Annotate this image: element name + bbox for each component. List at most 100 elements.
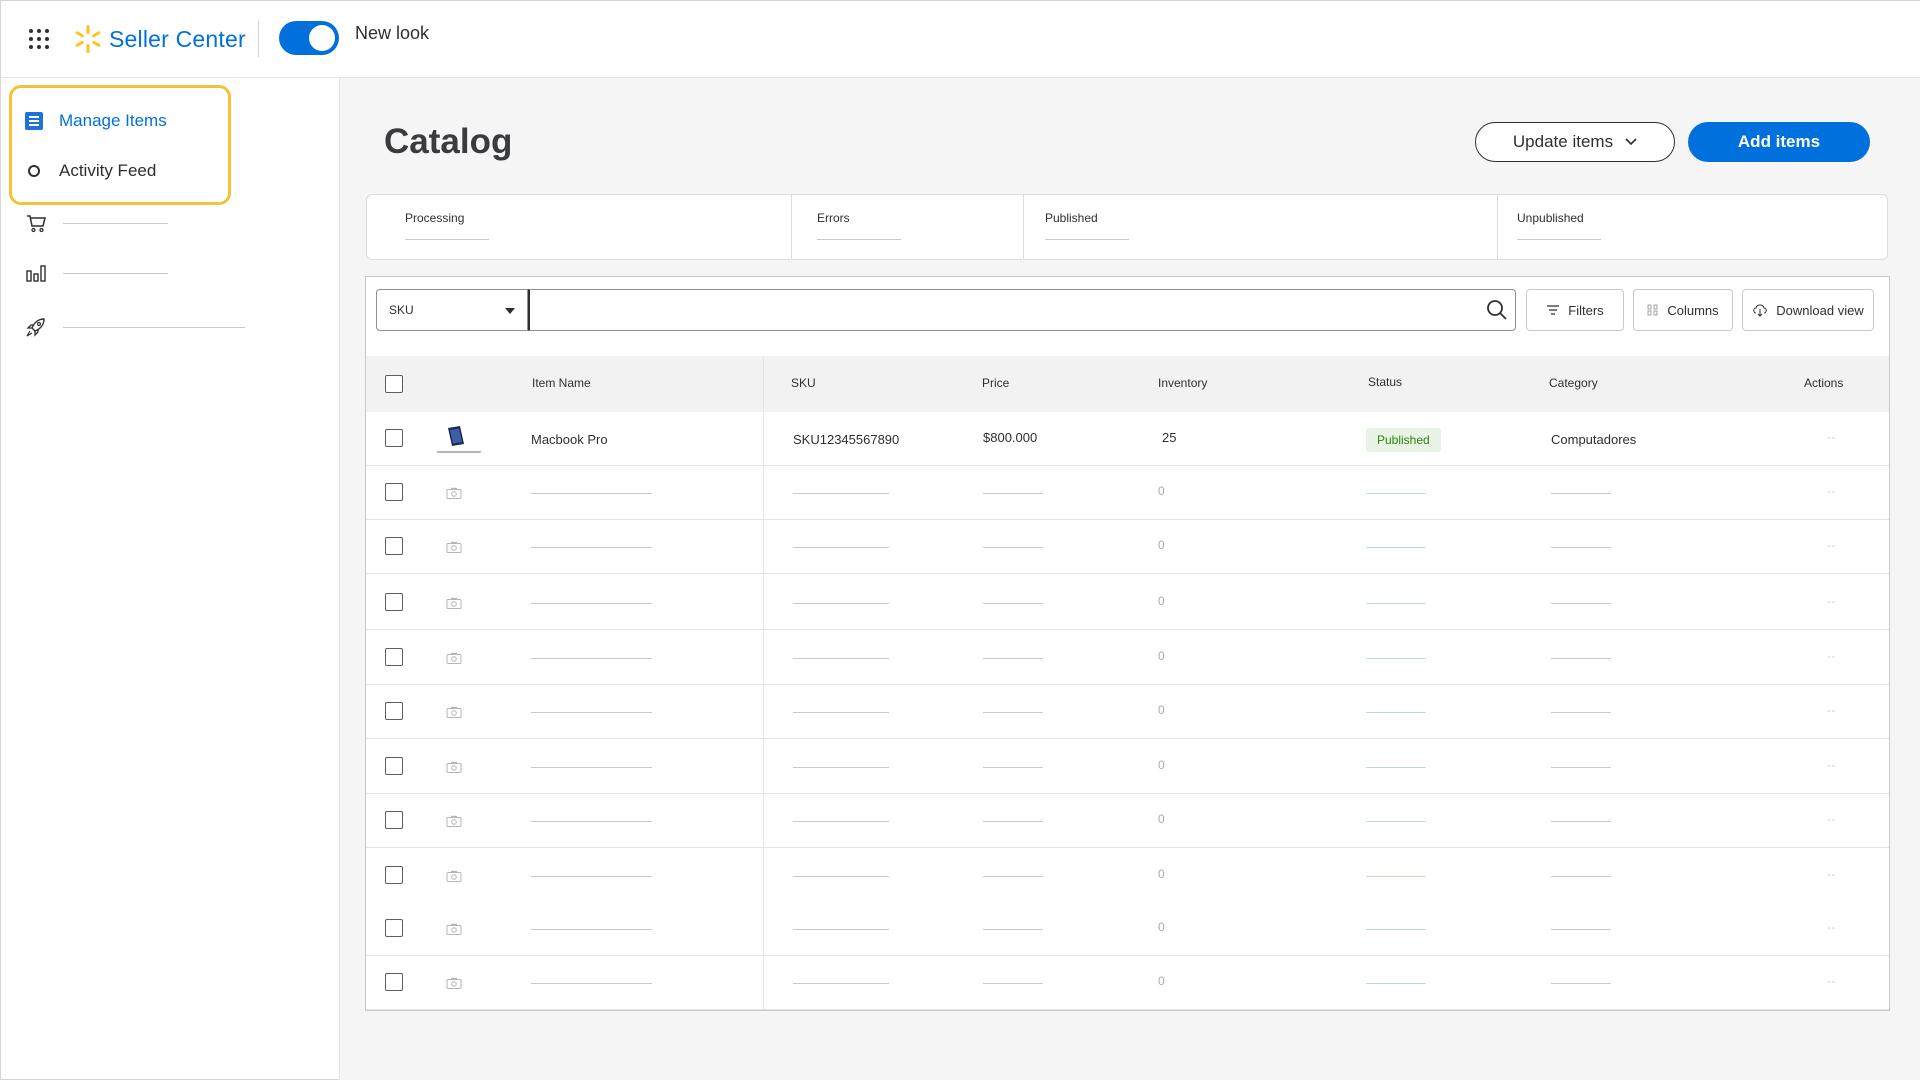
table-row[interactable]: Macbook Pro SKU12345567890 $800.000 25 P… [366,412,1889,466]
item-inventory: 25 [1162,430,1177,445]
stat-label: Unpublished [1517,211,1584,225]
row-checkbox[interactable] [385,919,403,937]
row-checkbox[interactable] [385,429,403,447]
chevron-down-icon [1625,138,1637,146]
table-row[interactable]: 0 -- [366,631,1889,685]
stat-published[interactable]: Published [1007,195,1482,259]
item-name-placeholder [531,493,652,494]
status-placeholder [1366,658,1426,659]
row-actions[interactable]: -- [1827,486,1836,498]
stat-value-placeholder [1517,239,1601,240]
table-row[interactable]: 0 -- [366,576,1889,630]
header-divider [258,21,259,57]
row-actions[interactable]: -- [1827,596,1836,608]
row-actions[interactable]: -- [1827,976,1836,988]
status-placeholder [1366,767,1426,768]
row-actions[interactable]: -- [1827,869,1836,881]
table-row[interactable]: 0 -- [366,956,1889,1010]
main-content: Catalog Update items Add items Processin… [340,78,1920,1080]
sidebar-item-activity-feed[interactable]: Activity Feed [25,158,156,184]
table-row[interactable]: 0 -- [366,849,1889,903]
row-checkbox[interactable] [385,702,403,720]
inventory-value: 0 [1158,920,1165,934]
update-items-button[interactable]: Update items [1475,122,1675,162]
inventory-value: 0 [1158,812,1165,826]
row-checkbox[interactable] [385,811,403,829]
stat-value-placeholder [1045,239,1129,240]
column-header-status[interactable]: Status [1368,375,1402,389]
column-divider [763,356,764,1010]
category-placeholder [1551,983,1611,984]
price-placeholder [983,767,1043,768]
column-header-inventory[interactable]: Inventory [1158,376,1207,390]
table-row[interactable]: 0 -- [366,740,1889,794]
row-checkbox[interactable] [385,593,403,611]
image-placeholder-icon [446,487,462,499]
table-header: Item Name SKU Price Inventory Status Cat… [366,356,1889,412]
image-placeholder-icon [446,541,462,553]
row-actions[interactable]: -- [1827,760,1836,772]
sidebar-item-manage-items[interactable]: Manage Items [25,108,167,134]
item-name-placeholder [531,547,652,548]
sku-placeholder [793,547,889,548]
table-row[interactable]: 0 -- [366,794,1889,848]
item-name[interactable]: Macbook Pro [531,432,608,447]
sku-placeholder [793,876,889,877]
row-actions[interactable]: -- [1827,432,1836,444]
image-placeholder-icon [446,706,462,718]
image-placeholder-icon [446,923,462,935]
status-placeholder [1366,712,1426,713]
image-placeholder-icon [446,977,462,989]
seller-center-logo[interactable]: Seller Center [73,21,246,57]
row-checkbox[interactable] [385,973,403,991]
sidebar-item-label: Activity Feed [59,161,157,180]
column-header-sku[interactable]: SKU [791,376,816,390]
category-placeholder [1551,493,1611,494]
row-actions[interactable]: -- [1827,651,1836,663]
columns-button[interactable]: Columns [1633,289,1733,331]
column-header-category[interactable]: Category [1549,376,1598,390]
search-field-select[interactable]: SKU [376,289,528,331]
filters-button[interactable]: Filters [1526,289,1624,331]
search-icon[interactable] [1486,299,1508,321]
apps-grid-icon[interactable] [27,27,51,51]
row-checkbox[interactable] [385,483,403,501]
table-row[interactable]: 0 -- [366,466,1889,520]
new-look-toggle[interactable] [279,21,339,55]
row-actions[interactable]: -- [1827,540,1836,552]
sku-placeholder [793,493,889,494]
row-actions[interactable]: -- [1827,814,1836,826]
item-name-placeholder [531,767,652,768]
brand-name: Seller Center [109,25,246,52]
select-all-checkbox[interactable] [385,375,403,393]
price-placeholder [983,821,1043,822]
nav-placeholder-line [63,223,168,224]
sku-placeholder [793,821,889,822]
row-checkbox[interactable] [385,648,403,666]
row-checkbox[interactable] [385,757,403,775]
search-input[interactable] [528,289,1516,331]
category-placeholder [1551,547,1611,548]
column-header-item-name[interactable]: Item Name [532,376,591,390]
table-row[interactable]: 0 -- [366,520,1889,574]
table-row[interactable]: 0 -- [366,902,1889,956]
table-row[interactable]: 0 -- [366,685,1889,739]
row-checkbox[interactable] [385,537,403,555]
row-actions[interactable]: -- [1827,922,1836,934]
item-name-placeholder [531,658,652,659]
column-header-price[interactable]: Price [982,376,1009,390]
stat-errors[interactable]: Errors [767,195,999,259]
stat-processing[interactable]: Processing [367,195,791,259]
add-items-button[interactable]: Add items [1688,122,1870,162]
bar-chart-icon[interactable] [25,262,47,284]
row-actions[interactable]: -- [1827,705,1836,717]
status-placeholder [1366,876,1426,877]
cart-icon[interactable] [25,212,47,234]
image-placeholder-icon [446,597,462,609]
toggle-knob [309,25,335,51]
caret-down-icon [505,308,515,314]
row-checkbox[interactable] [385,866,403,884]
download-view-button[interactable]: Download view [1742,289,1874,331]
stat-unpublished[interactable]: Unpublished [1477,195,1887,259]
rocket-icon[interactable] [25,316,47,338]
